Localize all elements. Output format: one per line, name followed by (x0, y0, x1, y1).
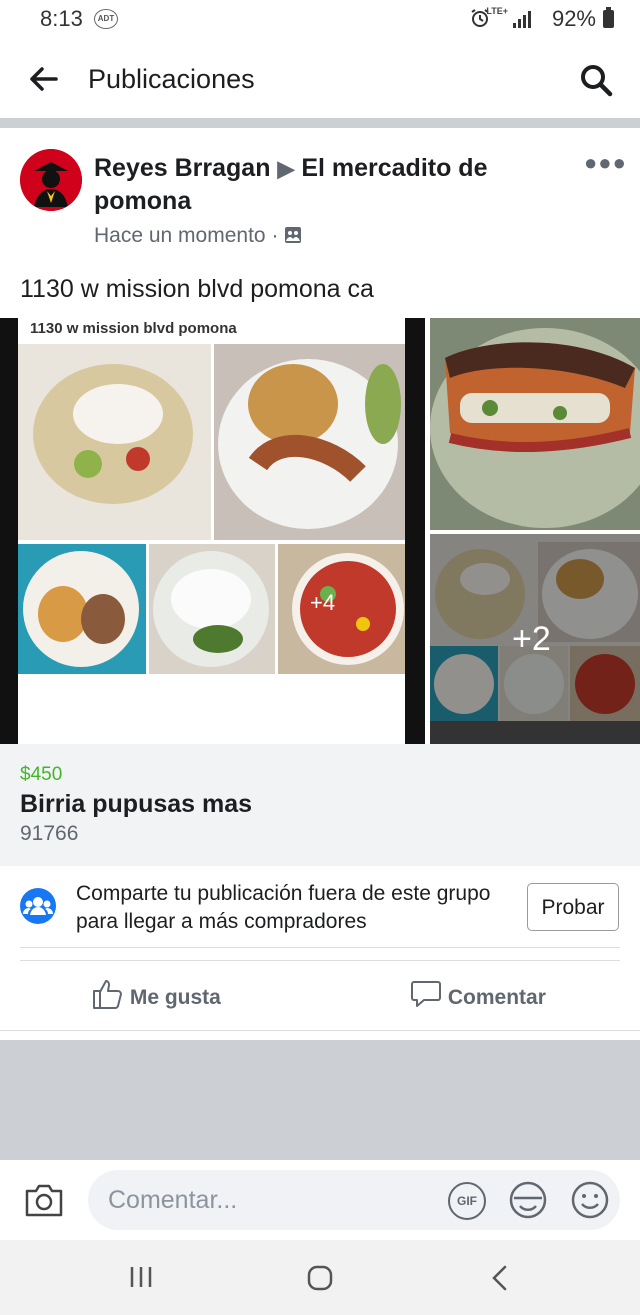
photo-overlay-count: +4 (310, 590, 336, 615)
author-avatar[interactable] (20, 149, 82, 211)
photo-border-right (405, 318, 425, 744)
share-prompt-text: Comparte tu publicación fuera de este gr… (76, 882, 491, 933)
divider (0, 1030, 640, 1031)
top-app-bar: Publicaciones (0, 40, 640, 118)
dish-image (430, 318, 640, 530)
back-arrow-icon[interactable] (28, 64, 60, 94)
divider (20, 947, 620, 948)
post-photo-main[interactable]: 1130 w mission blvd pomona +4 (0, 318, 425, 744)
empty-feed-area (0, 1040, 640, 1160)
group-share-icon (20, 888, 56, 924)
adt-icon: ADT (94, 9, 118, 29)
home-icon[interactable] (306, 1264, 334, 1292)
comment-button[interactable]: Comentar (410, 978, 546, 1010)
signal-icon (513, 11, 531, 28)
listing-details[interactable]: $450 Birria pupusas mas 91766 (0, 744, 640, 866)
post-photo-3[interactable]: +2 (430, 534, 640, 744)
post-caption: 1130 w mission blvd pomona ca (20, 275, 374, 303)
camera-icon[interactable] (24, 1182, 64, 1218)
like-button[interactable]: Me gusta (92, 978, 221, 1010)
system-navigation-bar (0, 1240, 640, 1315)
back-nav-icon[interactable] (488, 1264, 512, 1292)
battery-icon (603, 7, 614, 28)
comment-bubble-icon (411, 981, 441, 1007)
section-divider (0, 118, 640, 128)
comment-composer: Comentar... GIF (0, 1160, 640, 1240)
post-timestamp: Hace un momento (94, 224, 266, 247)
author-name[interactable]: Reyes Brragan (94, 154, 270, 182)
divider (20, 960, 620, 961)
photo-border-left (0, 318, 18, 744)
more-photos-count: +2 (512, 620, 551, 658)
comment-input[interactable]: Comentar... GIF (88, 1170, 620, 1230)
gif-icon[interactable]: GIF (448, 1182, 486, 1220)
thumbs-up-icon (93, 980, 122, 1009)
status-time: 8:13 (40, 6, 83, 31)
listing-price: $450 (20, 764, 63, 785)
battery-percent: 92% (551, 6, 596, 31)
avatar-graphic-icon (20, 149, 82, 211)
network-label: LTE+ (486, 6, 508, 16)
page-title: Publicaciones (88, 64, 255, 94)
try-button[interactable]: Probar (527, 883, 619, 931)
post-meta: Hace un momento · (94, 224, 302, 248)
post-photo-2[interactable] (430, 318, 640, 530)
arrow-right-icon: ▶ (277, 156, 295, 181)
status-bar: 8:13 ADT LTE+ 92% (0, 0, 640, 40)
emoji-icon[interactable] (570, 1180, 610, 1220)
recent-apps-icon[interactable] (128, 1264, 154, 1290)
post-author-line: Reyes Brragan ▶ El mercadito de pomona (94, 152, 564, 218)
dot-separator: · (271, 224, 285, 247)
search-icon[interactable] (578, 62, 614, 98)
listing-title: Birria pupusas mas (20, 790, 253, 818)
comment-label: Comentar (447, 986, 546, 1009)
listing-location: 91766 (20, 822, 79, 845)
comment-placeholder: Comentar... (108, 1186, 238, 1214)
food-collage-image (18, 344, 405, 744)
more-options-icon[interactable]: ●●● (584, 150, 627, 176)
group-privacy-icon (285, 227, 302, 243)
sticker-icon[interactable] (508, 1180, 548, 1220)
photo-embedded-caption: 1130 w mission blvd pomona (30, 320, 237, 337)
like-label: Me gusta (129, 986, 221, 1009)
